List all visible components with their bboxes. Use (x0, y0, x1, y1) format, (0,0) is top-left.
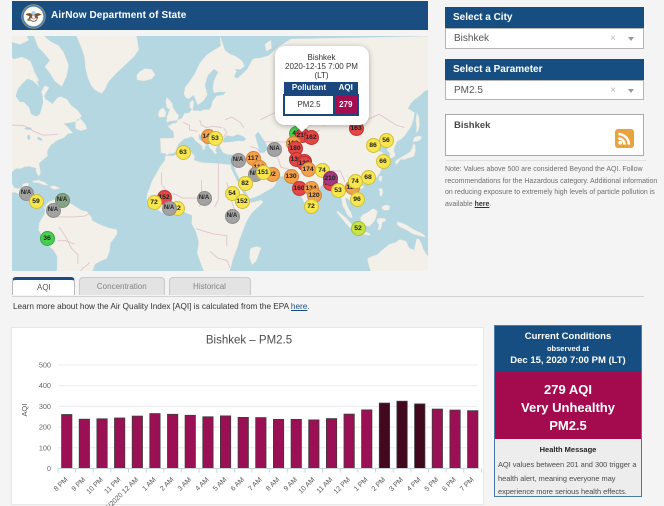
svg-text:1 AM: 1 AM (141, 476, 157, 492)
svg-text:8 AM: 8 AM (265, 476, 281, 492)
svg-text:500: 500 (39, 361, 51, 370)
svg-text:400: 400 (39, 381, 51, 390)
svg-text:5 AM: 5 AM (212, 476, 228, 492)
svg-text:6 AM: 6 AM (230, 476, 246, 492)
svg-text:4 AM: 4 AM (194, 476, 210, 492)
svg-text:2 AM: 2 AM (159, 476, 175, 492)
svg-text:3 AM: 3 AM (177, 476, 193, 492)
svg-text:4 PM: 4 PM (406, 476, 423, 493)
svg-text:0: 0 (47, 464, 51, 473)
svg-text:100: 100 (39, 443, 51, 452)
svg-text:1 PM: 1 PM (353, 476, 370, 493)
svg-text:300: 300 (39, 402, 51, 411)
svg-text:8 PM: 8 PM (53, 476, 70, 493)
svg-text:11 AM: 11 AM (316, 476, 335, 495)
svg-text:200: 200 (39, 423, 51, 432)
svg-text:5 PM: 5 PM (424, 476, 441, 493)
svg-text:2 PM: 2 PM (371, 476, 388, 493)
svg-text:10 AM: 10 AM (298, 476, 317, 495)
svg-text:AQI: AQI (20, 404, 29, 417)
svg-text:7 PM: 7 PM (459, 476, 476, 493)
svg-text:7 AM: 7 AM (247, 476, 263, 492)
svg-text:Bishkek – PM2.5: Bishkek – PM2.5 (206, 335, 292, 347)
svg-text:12 PM: 12 PM (333, 476, 352, 495)
svg-text:6 PM: 6 PM (441, 476, 458, 493)
svg-text:10 PM: 10 PM (86, 476, 105, 495)
svg-text:3 PM: 3 PM (388, 476, 405, 493)
